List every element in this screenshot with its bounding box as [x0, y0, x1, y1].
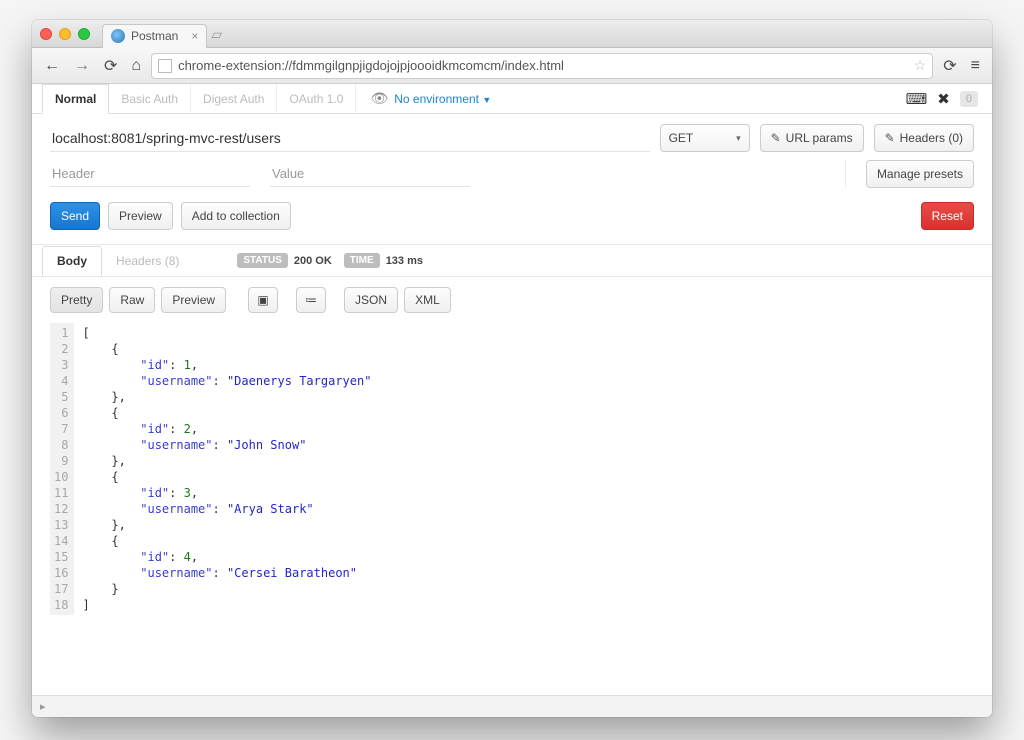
- url-params-button[interactable]: URL params: [760, 124, 864, 152]
- request-row: GET ▾ URL params Headers (0): [32, 114, 992, 158]
- back-icon[interactable]: ←: [40, 57, 64, 75]
- time-value: 133 ms: [386, 255, 423, 267]
- headers-button[interactable]: Headers (0): [874, 124, 974, 152]
- response-body: 123456789101112131415161718 [ { "id": 1,…: [32, 323, 992, 635]
- auth-tab-basic[interactable]: Basic Auth: [109, 84, 191, 113]
- edit-icon: [885, 131, 895, 145]
- time-chip: TIME: [344, 253, 380, 268]
- forward-icon: →: [70, 57, 94, 75]
- title-bar: Postman × ▱: [32, 20, 992, 48]
- request-url-input[interactable]: [50, 124, 650, 152]
- line-gutter: 123456789101112131415161718: [50, 323, 74, 615]
- address-bar[interactable]: chrome-extension://fdmmgilgnpjigdojojpjo…: [151, 53, 933, 79]
- minimize-icon[interactable]: [59, 28, 71, 40]
- header-name-input[interactable]: [50, 161, 250, 187]
- environment-selector[interactable]: No environment ▼: [394, 92, 491, 106]
- status-value: 200 OK: [294, 255, 332, 267]
- address-text: chrome-extension://fdmmgilgnpjigdojojpjo…: [178, 58, 908, 73]
- menu-icon[interactable]: ≡: [967, 57, 984, 75]
- browser-window: Postman × ▱ ← → ⟳ ⌂ chrome-extension://f…: [32, 20, 992, 717]
- action-row: Send Preview Add to collection Reset: [32, 194, 992, 245]
- copy-icon[interactable]: ▣: [248, 287, 278, 313]
- json-format-button[interactable]: JSON: [344, 287, 398, 313]
- add-to-collection-button[interactable]: Add to collection: [181, 202, 291, 230]
- caret-down-icon: ▼: [482, 95, 491, 105]
- method-select[interactable]: GET ▾: [660, 124, 750, 152]
- raw-button[interactable]: Raw: [109, 287, 155, 313]
- pretty-button[interactable]: Pretty: [50, 287, 103, 313]
- wrap-icon[interactable]: ≔: [296, 287, 326, 313]
- url-params-label: URL params: [786, 131, 853, 145]
- preview-button[interactable]: Preview: [108, 202, 173, 230]
- bookmark-star-icon[interactable]: ☆: [914, 57, 927, 74]
- browser-tab[interactable]: Postman ×: [102, 24, 207, 48]
- new-tab-icon[interactable]: ▱: [211, 26, 222, 43]
- window-controls: [40, 28, 90, 40]
- response-tab-body[interactable]: Body: [42, 246, 102, 276]
- page-icon: [158, 59, 172, 73]
- header-value-input[interactable]: [270, 161, 470, 187]
- settings-icon[interactable]: ✖: [937, 90, 950, 108]
- body-toolbar: Pretty Raw Preview ▣ ≔ JSON XML: [32, 277, 992, 323]
- auth-tabs: Normal Basic Auth Digest Auth OAuth 1.0 …: [32, 84, 992, 114]
- sidebar-trigger[interactable]: ▸: [32, 695, 992, 717]
- reset-button[interactable]: Reset: [921, 202, 974, 230]
- environment-label: No environment: [394, 92, 479, 106]
- auth-tab-normal[interactable]: Normal: [42, 84, 109, 114]
- code-content[interactable]: [ { "id": 1, "username": "Daenerys Targa…: [74, 323, 371, 615]
- response-tab-headers[interactable]: Headers (8): [102, 247, 193, 275]
- headers-label: Headers (0): [900, 131, 963, 145]
- browser-toolbar: ← → ⟳ ⌂ chrome-extension://fdmmgilgnpjig…: [32, 48, 992, 84]
- sync-count-badge[interactable]: 0: [960, 91, 978, 107]
- eye-icon[interactable]: 👁: [370, 90, 388, 107]
- keyboard-icon[interactable]: ⌨: [906, 90, 928, 108]
- tab-title: Postman: [131, 29, 178, 43]
- maximize-icon[interactable]: [78, 28, 90, 40]
- close-icon[interactable]: [40, 28, 52, 40]
- xml-format-button[interactable]: XML: [404, 287, 451, 313]
- auth-tab-oauth[interactable]: OAuth 1.0: [277, 84, 356, 113]
- tab-close-icon[interactable]: ×: [191, 29, 198, 43]
- home-icon[interactable]: ⌂: [127, 57, 145, 75]
- auth-tab-digest[interactable]: Digest Auth: [191, 84, 277, 113]
- extensions-reload-icon[interactable]: ⟳: [939, 56, 960, 76]
- header-value-row: Manage presets: [32, 158, 992, 194]
- manage-presets-button[interactable]: Manage presets: [866, 160, 974, 188]
- postman-favicon-icon: [111, 29, 125, 43]
- edit-icon: [771, 131, 781, 145]
- status-chip: STATUS: [237, 253, 288, 268]
- preview-body-button[interactable]: Preview: [161, 287, 226, 313]
- response-tabs: Body Headers (8) STATUS 200 OK TIME 133 …: [32, 245, 992, 277]
- select-caret-icon: ▾: [736, 133, 741, 144]
- send-button[interactable]: Send: [50, 202, 100, 230]
- method-value: GET: [669, 131, 694, 145]
- reload-icon[interactable]: ⟳: [100, 56, 121, 76]
